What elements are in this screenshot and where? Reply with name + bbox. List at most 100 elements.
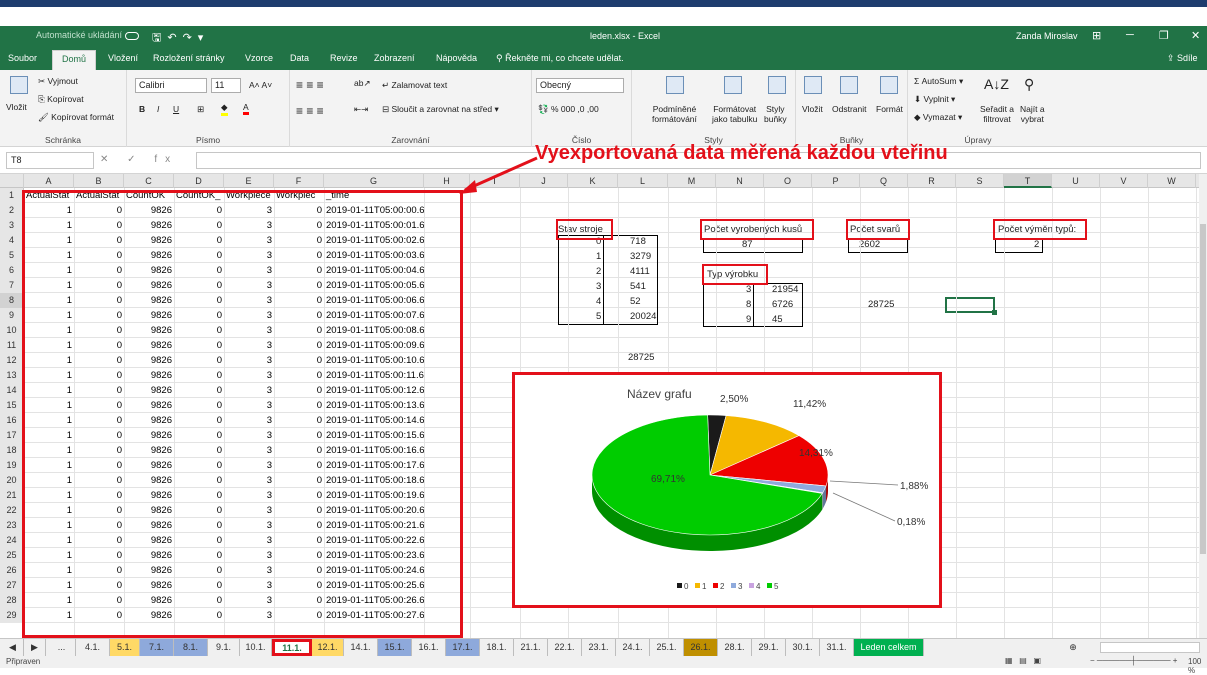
row-header[interactable]: 10 bbox=[0, 323, 24, 338]
tab-domu[interactable]: Domů bbox=[52, 50, 96, 70]
row-header[interactable]: 23 bbox=[0, 518, 24, 533]
sheet-tab[interactable]: 7.1. bbox=[140, 639, 174, 656]
sheet-tab[interactable]: 30.1. bbox=[786, 639, 820, 656]
delete-cells-button[interactable]: Odstranit bbox=[832, 104, 867, 114]
sheet-tab[interactable]: 26.1. bbox=[684, 639, 718, 656]
bold-button[interactable]: B bbox=[139, 104, 145, 114]
restore-icon[interactable]: ❐ bbox=[1159, 29, 1169, 42]
sheet-tab[interactable]: 15.1. bbox=[378, 639, 412, 656]
quick-access-icons[interactable]: 🖫↶↷▾ bbox=[152, 29, 209, 48]
sheet-tab[interactable]: 22.1. bbox=[548, 639, 582, 656]
vertical-scrollbar[interactable] bbox=[1199, 174, 1207, 638]
row-header[interactable]: 15 bbox=[0, 398, 24, 413]
paste-button[interactable]: Vložit bbox=[6, 102, 27, 112]
column-header-b[interactable]: B bbox=[74, 174, 124, 188]
tab-rozlozeni[interactable]: Rozložení stránky bbox=[153, 53, 225, 63]
cell-styles-button[interactable]: Stylybuňky bbox=[764, 104, 787, 124]
sheet-tab[interactable]: 4.1. bbox=[76, 639, 110, 656]
row-header[interactable]: 8 bbox=[0, 293, 24, 308]
user-name[interactable]: Zanda Miroslav bbox=[1016, 31, 1078, 41]
tab-scroll-left-icon[interactable]: ◀ bbox=[2, 639, 24, 656]
row-header[interactable]: 11 bbox=[0, 338, 24, 353]
sheet-tab[interactable]: 18.1. bbox=[480, 639, 514, 656]
column-header-k[interactable]: K bbox=[568, 174, 618, 188]
row-header[interactable]: 5 bbox=[0, 248, 24, 263]
font-color-icon[interactable]: A bbox=[243, 102, 249, 115]
column-header-s[interactable]: S bbox=[956, 174, 1004, 188]
fill-handle[interactable] bbox=[992, 310, 997, 315]
italic-button[interactable]: I bbox=[157, 104, 159, 114]
tell-me-search[interactable]: ⚲ Řekněte mi, co chcete udělat. bbox=[496, 53, 624, 64]
select-all-corner[interactable] bbox=[0, 174, 24, 188]
sheet-tab[interactable]: Leden celkem bbox=[854, 639, 924, 656]
column-header-e[interactable]: E bbox=[224, 174, 274, 188]
column-header-n[interactable]: N bbox=[716, 174, 764, 188]
row-header[interactable]: 6 bbox=[0, 263, 24, 278]
column-header-d[interactable]: D bbox=[174, 174, 224, 188]
sheet-tab[interactable]: 17.1. bbox=[446, 639, 480, 656]
tab-zobrazeni[interactable]: Zobrazení bbox=[374, 53, 415, 63]
column-header-q[interactable]: Q bbox=[860, 174, 908, 188]
row-header[interactable]: 7 bbox=[0, 278, 24, 293]
sheet-tab[interactable]: 8.1. bbox=[174, 639, 208, 656]
row-header[interactable]: 20 bbox=[0, 473, 24, 488]
row-header[interactable]: 3 bbox=[0, 218, 24, 233]
row-header[interactable]: 19 bbox=[0, 458, 24, 473]
row-header[interactable]: 22 bbox=[0, 503, 24, 518]
borders-icon[interactable]: ⊞ bbox=[197, 104, 204, 115]
row-header[interactable]: 24 bbox=[0, 533, 24, 548]
indent-icon[interactable]: ⇤⇥ bbox=[354, 104, 368, 115]
tab-vzorce[interactable]: Vzorce bbox=[245, 53, 273, 63]
format-painter-button[interactable]: 🖌 Kopírovat formát bbox=[38, 112, 114, 123]
sheet-tab[interactable]: 12.1. bbox=[312, 639, 344, 656]
row-header[interactable]: 1 bbox=[0, 188, 24, 203]
formula-icons[interactable]: ✕ ✓ fx bbox=[100, 154, 178, 165]
tab-vlozeni[interactable]: Vložení bbox=[108, 53, 138, 63]
add-sheet-icon[interactable]: ⊕ bbox=[1058, 639, 1088, 656]
clear-button[interactable]: ◆ Vymazat ▾ bbox=[914, 112, 962, 123]
find-select-button[interactable]: Najít avybrat bbox=[1020, 104, 1045, 124]
share-button[interactable]: ⇪ Sdíle bbox=[1167, 53, 1198, 64]
sheet-tab[interactable]: 29.1. bbox=[752, 639, 786, 656]
row-header[interactable]: 16 bbox=[0, 413, 24, 428]
zoom-slider[interactable]: − ──────┼────── + bbox=[1090, 656, 1177, 665]
horizontal-scrollbar[interactable] bbox=[1100, 642, 1200, 653]
column-header-p[interactable]: P bbox=[812, 174, 860, 188]
row-header[interactable]: 29 bbox=[0, 608, 24, 623]
number-format-select[interactable]: Obecný bbox=[536, 78, 624, 93]
format-cells-button[interactable]: Formát bbox=[876, 104, 903, 114]
minimize-icon[interactable]: ─ bbox=[1126, 29, 1134, 41]
column-header-c[interactable]: C bbox=[124, 174, 174, 188]
row-header[interactable]: 28 bbox=[0, 593, 24, 608]
tab-scroll-right-icon[interactable]: ▶ bbox=[24, 639, 46, 656]
sheet-tab[interactable]: 21.1. bbox=[514, 639, 548, 656]
selected-cell-t8[interactable] bbox=[945, 297, 995, 313]
format-table-button[interactable]: Formátovatjako tabulku bbox=[712, 104, 757, 124]
row-header[interactable]: 2 bbox=[0, 203, 24, 218]
tab-revize[interactable]: Revize bbox=[330, 53, 358, 63]
autosum-button[interactable]: Σ AutoSum ▾ bbox=[914, 76, 963, 87]
vertical-scroll-thumb[interactable] bbox=[1200, 224, 1206, 554]
row-header[interactable]: 26 bbox=[0, 563, 24, 578]
sheet-tab[interactable]: 10.1. bbox=[240, 639, 272, 656]
sheet-tab[interactable]: 11.1. bbox=[272, 639, 312, 656]
sort-filter-button[interactable]: Seřadit afiltrovat bbox=[980, 104, 1014, 124]
column-header-g[interactable]: G bbox=[324, 174, 424, 188]
ribbon-display-icon[interactable]: ⊞ bbox=[1092, 29, 1101, 42]
align-left-icon[interactable]: ≡ ≡ ≡ bbox=[296, 104, 324, 118]
row-header[interactable]: 18 bbox=[0, 443, 24, 458]
row-header[interactable]: 27 bbox=[0, 578, 24, 593]
align-top-icon[interactable]: ≡ ≡ ≡ bbox=[296, 78, 324, 92]
name-box[interactable]: T8 bbox=[6, 152, 94, 169]
close-icon[interactable]: ✕ bbox=[1191, 29, 1200, 42]
merge-center-button[interactable]: ⊟ Sloučit a zarovnat na střed ▾ bbox=[382, 104, 499, 115]
column-header-u[interactable]: U bbox=[1052, 174, 1100, 188]
column-header-f[interactable]: F bbox=[274, 174, 324, 188]
cut-button[interactable]: ✂ Vyjmout bbox=[38, 76, 78, 87]
column-header-w[interactable]: W bbox=[1148, 174, 1196, 188]
sheet-tab[interactable]: 9.1. bbox=[208, 639, 240, 656]
row-header[interactable]: 4 bbox=[0, 233, 24, 248]
row-header[interactable]: 17 bbox=[0, 428, 24, 443]
autosave-toggle[interactable]: Automatické ukládání bbox=[36, 30, 139, 40]
tab-soubor[interactable]: Soubor bbox=[8, 53, 37, 63]
